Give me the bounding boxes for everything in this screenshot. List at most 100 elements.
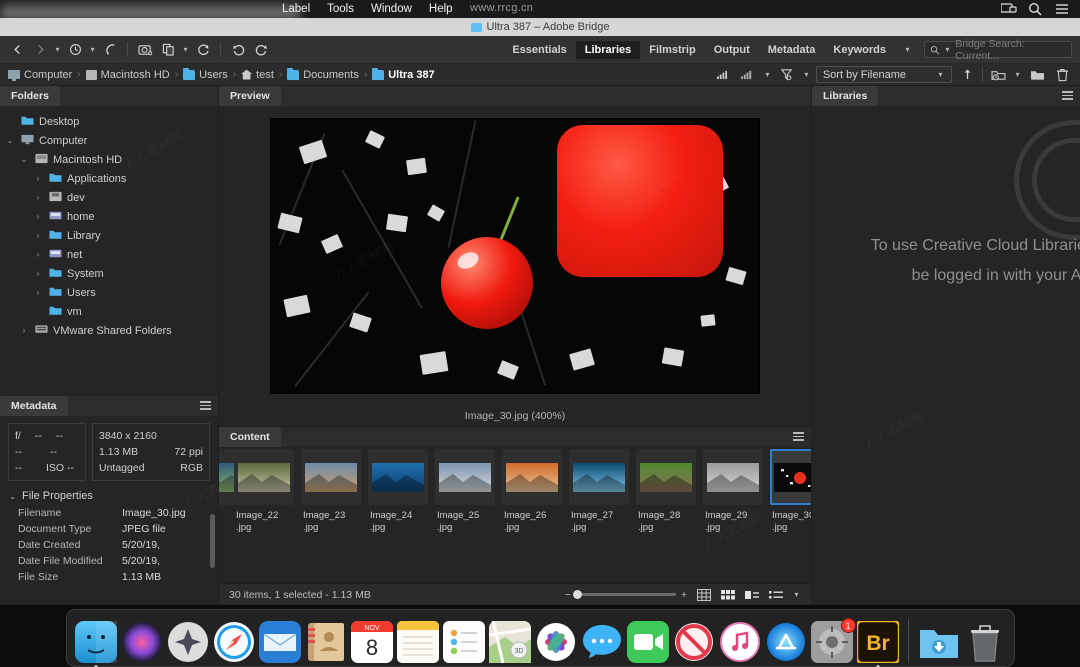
tree-twisty-icon[interactable]: › bbox=[32, 250, 44, 259]
delete-trash-icon[interactable] bbox=[1052, 65, 1072, 85]
content-thumbnail-cell[interactable]: _21.jpg bbox=[219, 449, 253, 559]
new-folder-recent-icon[interactable] bbox=[988, 65, 1008, 85]
zoom-slider-track[interactable] bbox=[572, 590, 676, 599]
folder-tree-item[interactable]: › net bbox=[0, 245, 218, 264]
new-folder-chevron-icon[interactable]: ▾ bbox=[1013, 70, 1022, 79]
preview-image[interactable] bbox=[271, 119, 759, 393]
mail-icon[interactable] bbox=[258, 621, 301, 663]
sort-direction-icon[interactable] bbox=[957, 65, 977, 85]
itunes-icon[interactable] bbox=[719, 621, 761, 663]
content-thumbnail-cell[interactable]: Image_30 .jpg bbox=[770, 449, 811, 559]
content-thumbnail-cell[interactable]: Image_23 .jpg bbox=[301, 449, 361, 559]
folder-tree-item[interactable]: ⌄ Computer bbox=[0, 131, 218, 150]
thumbnail-image[interactable] bbox=[234, 449, 294, 505]
batch-chevron-down-icon[interactable]: ▾ bbox=[181, 45, 190, 54]
thumbnail-zoom-slider[interactable]: − + bbox=[565, 589, 687, 601]
back-arrow-icon[interactable] bbox=[7, 40, 27, 60]
thumbnail-image[interactable] bbox=[435, 449, 495, 505]
folder-tree-item[interactable]: › Users bbox=[0, 283, 218, 302]
workspace-chevron-down-icon[interactable]: ▾ bbox=[903, 45, 912, 54]
thumbnail-image[interactable] bbox=[569, 449, 629, 505]
content-thumbnail-cell[interactable]: Image_28 .jpg bbox=[636, 449, 696, 559]
search-input[interactable]: ▾ Bridge Search: Current... bbox=[924, 38, 1072, 62]
workspace-essentials[interactable]: Essentials bbox=[503, 41, 575, 59]
calendar-icon[interactable]: NOV 8 bbox=[350, 621, 393, 663]
trash-icon[interactable] bbox=[964, 621, 1006, 663]
adobe-bridge-icon[interactable]: Br bbox=[855, 619, 900, 667]
folder-tree-item[interactable]: › VMware Shared Folders bbox=[0, 321, 218, 340]
tab-content[interactable]: Content bbox=[219, 427, 281, 447]
menu-window[interactable]: Window bbox=[371, 3, 412, 15]
search-scope-chevron-icon[interactable]: ▾ bbox=[944, 45, 952, 54]
folder-tree-item[interactable]: › Applications bbox=[0, 169, 218, 188]
breadcrumb-item-users[interactable]: Users bbox=[183, 67, 228, 81]
menu-tools[interactable]: Tools bbox=[327, 3, 354, 15]
notes-icon[interactable] bbox=[396, 621, 439, 663]
zoom-in-button[interactable]: + bbox=[681, 589, 687, 601]
menu-help[interactable]: Help bbox=[429, 3, 453, 15]
tree-twisty-icon[interactable]: ⌄ bbox=[4, 136, 16, 145]
thumbnail-image[interactable] bbox=[502, 449, 562, 505]
launchpad-icon[interactable] bbox=[167, 621, 209, 663]
search-icon[interactable] bbox=[1028, 2, 1042, 16]
thumbnail-image[interactable] bbox=[368, 449, 428, 505]
zoom-slider-knob[interactable] bbox=[572, 590, 582, 599]
panel-menu-icon[interactable] bbox=[200, 401, 211, 410]
filter-funnel-icon[interactable] bbox=[777, 65, 797, 85]
tree-twisty-icon[interactable]: › bbox=[32, 212, 44, 221]
tree-twisty-icon[interactable]: › bbox=[32, 174, 44, 183]
filter-rating-icon[interactable] bbox=[713, 65, 733, 85]
thumbnail-image[interactable] bbox=[770, 449, 811, 505]
breadcrumb-item-documents[interactable]: Documents bbox=[287, 67, 359, 81]
new-folder-icon[interactable] bbox=[1027, 65, 1047, 85]
panel-menu-icon[interactable] bbox=[793, 432, 804, 441]
content-thumbnail-cell[interactable]: Image_26 .jpg bbox=[502, 449, 562, 559]
safari-icon[interactable] bbox=[213, 621, 255, 663]
thumbnail-view-icon[interactable] bbox=[720, 588, 735, 601]
maps-icon[interactable]: 3D bbox=[488, 620, 531, 664]
folder-tree-item[interactable]: Desktop bbox=[0, 112, 218, 131]
menu-label[interactable]: Label bbox=[282, 3, 310, 15]
thumbnail-image[interactable] bbox=[636, 449, 696, 505]
details-view-icon[interactable] bbox=[744, 588, 759, 601]
system-preferences-icon[interactable]: 1 bbox=[810, 618, 856, 663]
zoom-out-button[interactable]: − bbox=[565, 589, 571, 601]
content-thumbnail-cell[interactable]: Image_24 .jpg bbox=[368, 449, 428, 559]
folder-tree-item[interactable]: ⌄ Macintosh HD bbox=[0, 150, 218, 169]
tree-twisty-icon[interactable]: › bbox=[32, 269, 44, 278]
batch-rename-icon[interactable] bbox=[158, 40, 178, 60]
downloads-folder-icon[interactable] bbox=[918, 621, 960, 663]
breadcrumb-item-computer[interactable]: Computer bbox=[8, 69, 72, 81]
workspace-libraries[interactable]: Libraries bbox=[575, 40, 641, 59]
thumbnail-image[interactable] bbox=[703, 449, 763, 505]
tree-twisty-icon[interactable]: › bbox=[32, 231, 44, 240]
tree-twisty-icon[interactable]: › bbox=[32, 193, 44, 202]
folder-tree-item[interactable]: › dev bbox=[0, 188, 218, 207]
content-thumbnail-cell[interactable]: Image_25 .jpg bbox=[435, 449, 495, 559]
workspace-filmstrip[interactable]: Filmstrip bbox=[640, 41, 704, 59]
boomerang-icon[interactable] bbox=[100, 40, 120, 60]
control-center-icon[interactable] bbox=[1055, 2, 1069, 16]
refresh-icon[interactable] bbox=[193, 40, 213, 60]
blocked-icon[interactable] bbox=[673, 621, 715, 663]
content-thumbnail-cell[interactable]: Image_29 .jpg bbox=[703, 449, 763, 559]
metadata-section-file-properties[interactable]: ⌄ File Properties bbox=[0, 485, 218, 505]
recent-chevron-down-icon[interactable]: ▾ bbox=[88, 45, 97, 54]
workspace-output[interactable]: Output bbox=[705, 41, 759, 59]
recent-clock-icon[interactable] bbox=[65, 40, 85, 60]
rotate-clockwise-icon[interactable] bbox=[251, 40, 271, 60]
camera-raw-icon[interactable] bbox=[135, 40, 155, 60]
sort-dropdown[interactable]: Sort by Filename ▾ bbox=[815, 66, 952, 83]
navigation-chevron-down-icon[interactable]: ▾ bbox=[53, 45, 62, 54]
appstore-icon[interactable] bbox=[765, 621, 807, 663]
finder-icon[interactable] bbox=[74, 621, 117, 667]
grid-view-icon[interactable] bbox=[696, 588, 711, 601]
tab-metadata[interactable]: Metadata bbox=[0, 396, 68, 416]
forward-arrow-icon[interactable] bbox=[30, 40, 50, 60]
siri-icon[interactable] bbox=[121, 621, 163, 663]
photos-icon[interactable] bbox=[535, 621, 577, 663]
filter-funnel-chevron-icon[interactable]: ▾ bbox=[802, 70, 811, 79]
contacts-icon[interactable] bbox=[305, 621, 347, 663]
breadcrumb-item-test[interactable]: test bbox=[241, 69, 274, 81]
workspace-metadata[interactable]: Metadata bbox=[759, 41, 825, 59]
